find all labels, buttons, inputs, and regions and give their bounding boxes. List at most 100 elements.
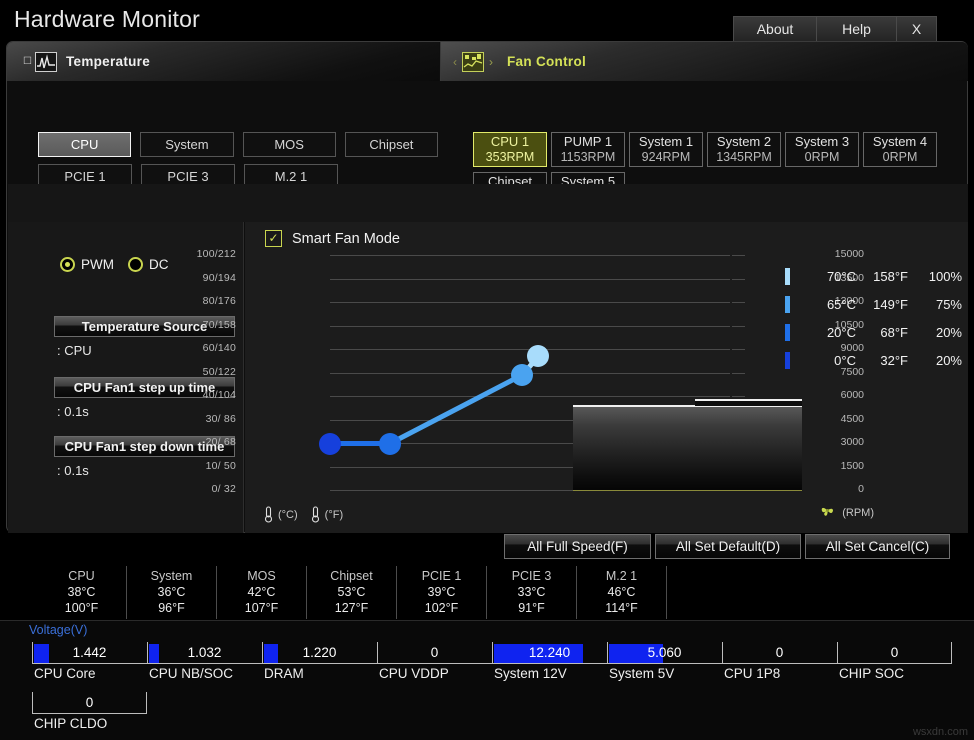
voltage-label: System 12V	[494, 666, 567, 681]
smart-fan-mode-toggle[interactable]: ✓ Smart Fan Mode	[265, 230, 400, 247]
temp-summary-item: PCIE 3 33°C 91°F	[487, 566, 577, 619]
fan-tab-cpu1[interactable]: CPU 1 353RPM	[473, 132, 547, 167]
thermometer-celsius-icon	[263, 506, 274, 523]
y-axis-tick-label-left: 90/194	[202, 272, 236, 284]
legend-row: 20°C 68°F 20%	[785, 318, 962, 346]
fan-tab-pump1-rpm: 1153RPM	[560, 149, 616, 164]
voltage-section: Voltage(V) 1.442 CPU Core 1.032 CPU NB/SOC 1…	[0, 620, 974, 740]
source-tab-system[interactable]: System	[140, 132, 234, 157]
temp-summary-name: CPU	[68, 569, 95, 583]
temp-summary-item: PCIE 1 39°C 102°F	[397, 566, 487, 619]
source-tab-chipset[interactable]: Chipset	[344, 132, 438, 157]
fan-curve-chart[interactable]: 100/212 90/194 80/176 70/158 60/140 50/122 40/…	[197, 248, 864, 495]
chart-rpm-unit: (RPM)	[819, 503, 882, 523]
all-full-speed-button[interactable]: All Full Speed(F)	[504, 534, 651, 559]
fan-tab-system2[interactable]: System 2 1345RPM	[707, 132, 781, 167]
voltage-item: 0 CPU VDDP	[377, 642, 492, 682]
temp-summary-celsius: 42°C	[247, 585, 276, 599]
voltage-label: DRAM	[264, 666, 304, 681]
gridline	[330, 396, 730, 397]
close-button[interactable]: X	[897, 16, 937, 41]
fan-tab-cpu1-rpm: 353RPM	[485, 149, 535, 164]
next-tab-icon[interactable]: ›	[484, 55, 498, 69]
fan-tab-cpu1-name: CPU 1	[490, 133, 530, 149]
y-axis-tick-label-left: 50/122	[202, 366, 236, 378]
radio-dc[interactable]: DC	[128, 257, 169, 272]
legend-row: 70°C 158°F 100%	[785, 262, 962, 290]
temp-summary-fahrenheit: 91°F	[518, 601, 545, 615]
legend-celsius: 70°C	[826, 268, 856, 284]
legend-row: 0°C 32°F 20%	[785, 346, 962, 374]
curve-point-2[interactable]	[511, 364, 533, 387]
source-tab-cpu[interactable]: CPU	[38, 132, 132, 157]
step-up-time-value: : 0.1s	[57, 404, 89, 419]
radio-pwm[interactable]: PWM	[60, 257, 114, 272]
prev-tab-icon[interactable]: ‹	[448, 55, 462, 69]
fan-tab-system1[interactable]: System 1 924RPM	[629, 132, 703, 167]
fan-tab-system4[interactable]: System 4 0RPM	[863, 132, 937, 167]
curve-point-3[interactable]	[527, 345, 549, 368]
chart-legend: 70°C 158°F 100% 65°C 149°F 75% 20°C 68°F 20% 0°C 3…	[785, 262, 962, 374]
all-set-cancel-button[interactable]: All Set Cancel(C)	[805, 534, 950, 559]
legend-row: 65°C 149°F 75%	[785, 290, 962, 318]
temp-summary-fahrenheit: 96°F	[158, 601, 185, 615]
step-down-time-value: : 0.1s	[57, 463, 89, 478]
tab-temperature[interactable]: ☐ Temperature	[7, 42, 439, 81]
gridline	[330, 302, 730, 303]
temp-summary-fahrenheit: 107°F	[244, 601, 279, 615]
legend-swatch	[785, 351, 790, 369]
main-panel: ☐ Temperature ‹ › Fan Control CPU System…	[6, 41, 968, 533]
source-tab-mos[interactable]: MOS	[242, 132, 336, 157]
tab-fan-control[interactable]: ‹ › Fan Control	[440, 42, 968, 81]
tick-mark	[732, 255, 745, 256]
temp-summary-name: System	[150, 569, 193, 583]
fan-icon	[819, 503, 836, 523]
fan-tab-system4-name: System 4	[872, 133, 928, 149]
voltage-item: 1.442 CPU Core	[32, 642, 147, 682]
hardware-monitor-window: Hardware Monitor About Help X ☐ Temperat…	[0, 0, 974, 740]
curve-point-1[interactable]	[379, 432, 401, 455]
fan-tab-system1-name: System 1	[638, 133, 694, 149]
gridline	[330, 279, 730, 280]
smart-fan-mode-checkbox[interactable]: ✓	[265, 230, 282, 247]
y-axis-tick-label-left: 70/158	[202, 319, 236, 331]
curve-point-0[interactable]	[319, 432, 341, 455]
legend-celsius: 65°C	[826, 296, 856, 312]
legend-fahrenheit: 158°F	[873, 268, 908, 284]
voltage-label: CHIP SOC	[839, 666, 905, 681]
summary-left-spacer	[0, 566, 37, 619]
temperature-source-value: : CPU	[57, 343, 92, 358]
legend-swatch	[785, 323, 790, 341]
action-buttons: All Full Speed(F) All Set Default(D) All…	[504, 534, 950, 559]
tick-mark	[732, 279, 745, 280]
temp-summary-name: PCIE 3	[511, 569, 552, 583]
y-axis-tick-label-left: 100/212	[196, 248, 236, 260]
fan-tab-pump1[interactable]: PUMP 1 1153RPM	[551, 132, 625, 167]
legend-percent: 100%	[928, 268, 962, 284]
y-axis-tick-label-right: 4500	[840, 413, 864, 425]
tick-mark	[732, 396, 745, 397]
voltage-value: 0	[430, 645, 439, 660]
chart-shaded-region-top	[695, 399, 802, 406]
fan-tab-system1-rpm: 924RPM	[641, 149, 691, 164]
window-buttons: About Help X	[733, 16, 937, 41]
voltage-value: 1.442	[72, 645, 107, 660]
voltage-value: 5.060	[647, 645, 682, 660]
voltage-label: CPU 1P8	[724, 666, 781, 681]
all-set-default-button[interactable]: All Set Default(D)	[655, 534, 801, 559]
fan-tab-system3-name: System 3	[794, 133, 850, 149]
temp-summary-name: MOS	[247, 569, 276, 583]
tick-mark	[732, 302, 745, 303]
radio-dc-label: DC	[149, 257, 169, 272]
legend-swatch	[785, 267, 790, 285]
radio-dc-dot	[128, 257, 143, 272]
help-button[interactable]: Help	[817, 16, 897, 41]
voltage-item: 0 CPU 1P8	[722, 642, 837, 682]
gridline	[330, 255, 730, 256]
curve-segment	[388, 373, 524, 447]
temp-summary-celsius: 46°C	[607, 585, 636, 599]
about-button[interactable]: About	[733, 16, 817, 41]
fan-tab-system3[interactable]: System 3 0RPM	[785, 132, 859, 167]
temp-summary-item: CPU 38°C 100°F	[37, 566, 127, 619]
legend-percent: 20%	[935, 352, 962, 368]
